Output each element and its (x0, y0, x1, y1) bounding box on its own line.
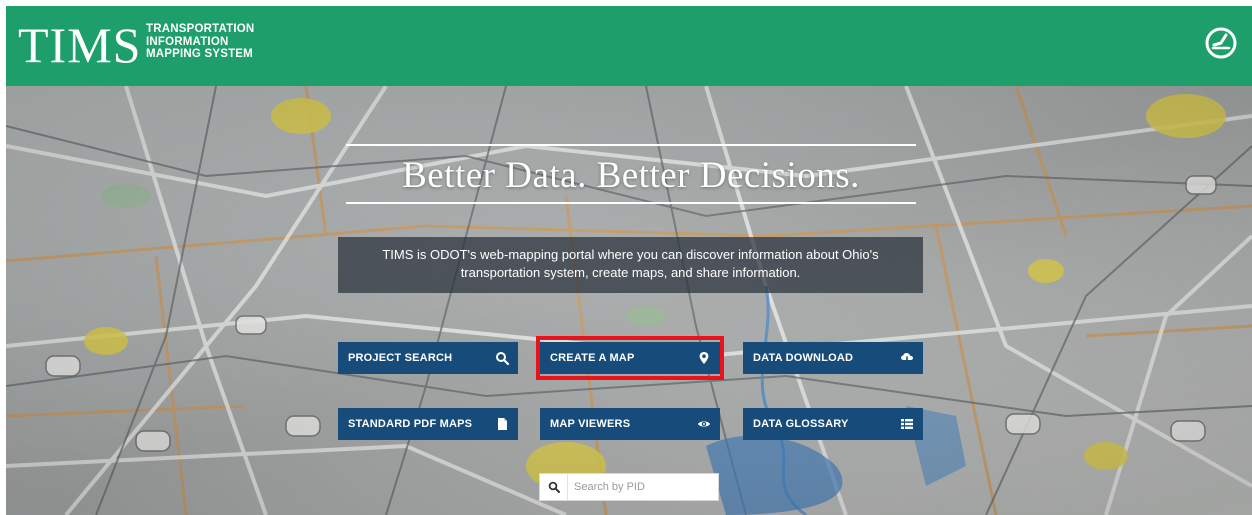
tagline-frame: Better Data. Better Decisions. (346, 144, 916, 204)
pid-search-box (539, 473, 719, 501)
search-icon[interactable] (540, 474, 568, 500)
list-icon (900, 417, 914, 431)
standard-pdf-maps-button[interactable]: STANDARD PDF MAPS (338, 408, 518, 440)
map-viewers-label: MAP VIEWERS (550, 418, 631, 430)
site-header: TIMS TRANSPORTATION INFORMATION MAPPING … (6, 6, 1252, 86)
logo-subtitle-line-1: TRANSPORTATION (146, 23, 255, 35)
logo-wordmark[interactable]: TIMS (18, 20, 141, 70)
project-search-label: PROJECT SEARCH (348, 352, 453, 364)
logo-subtitle: TRANSPORTATION INFORMATION MAPPING SYSTE… (146, 23, 296, 61)
tagline-heading: Better Data. Better Decisions. (402, 155, 860, 196)
eye-icon (697, 417, 711, 431)
data-glossary-button[interactable]: DATA GLOSSARY (743, 408, 923, 440)
document-icon (495, 417, 509, 431)
cloud-download-icon (900, 351, 914, 365)
intro-description: TIMS is ODOT's web-mapping portal where … (338, 237, 923, 293)
data-download-label: DATA DOWNLOAD (753, 352, 854, 364)
project-search-button[interactable]: PROJECT SEARCH (338, 342, 518, 374)
standard-pdf-maps-label: STANDARD PDF MAPS (348, 418, 473, 430)
logo-subtitle-line-2: INFORMATION (146, 35, 229, 48)
map-viewers-button[interactable]: MAP VIEWERS (540, 408, 720, 440)
create-a-map-highlight (536, 336, 724, 380)
intro-line-2: transportation system, create maps, and … (460, 265, 801, 280)
data-glossary-label: DATA GLOSSARY (753, 418, 849, 430)
pid-search-input[interactable] (574, 478, 714, 496)
search-icon (495, 351, 509, 365)
logo-subtitle-line-3: MAPPING SYSTEM (146, 48, 253, 60)
clock-compass-icon[interactable] (1204, 26, 1238, 60)
intro-line-1: TIMS is ODOT's web-mapping portal where … (382, 247, 879, 262)
data-download-button[interactable]: DATA DOWNLOAD (743, 342, 923, 374)
hero-banner: Better Data. Better Decisions. TIMS is O… (6, 86, 1252, 515)
